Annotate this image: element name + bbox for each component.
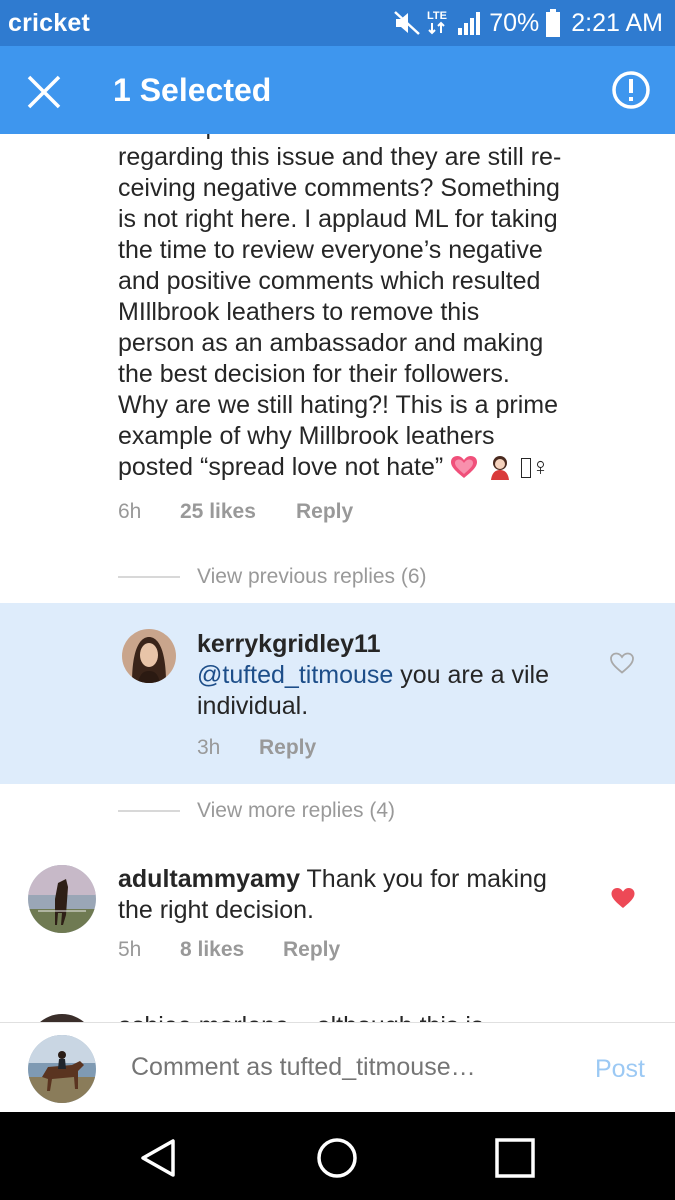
comment-input[interactable] [131,1053,531,1082]
missing-glyph-icon [521,458,532,478]
comment-text: on multiple occasions in the last 24hrs … [118,134,638,483]
view-more-replies[interactable]: View more replies (4) [118,799,395,823]
my-avatar [28,1035,96,1103]
comment-username[interactable]: adultammyamy [118,865,300,893]
comment-line: MIllbrook leathers to remove this [118,298,480,326]
recents-square-icon [495,1138,535,1178]
reply-button[interactable]: Reply [283,938,340,962]
reply-button[interactable]: Reply [296,500,353,524]
home-button[interactable] [315,1136,359,1180]
comment-line: posted “spread love not hate” [118,453,444,481]
comment-line: example of why Millbrook leathers [118,422,495,450]
comment-time: 6h [118,500,142,523]
lte-icon: LTE [427,10,447,35]
comment-composer: Post [0,1022,675,1112]
close-button[interactable] [20,68,68,116]
report-button[interactable] [609,68,653,112]
view-previous-replies[interactable]: View previous replies (6) [118,565,427,589]
reply-username[interactable]: kerrykgridley11 [197,629,597,660]
comment-line: the time to review everyone’s negative [118,236,543,264]
action-bar: 1 Selected [0,46,675,134]
likes-count[interactable]: 8 likes [180,938,283,962]
like-heart-icon[interactable] [609,651,635,675]
back-triangle-icon [141,1139,175,1177]
view-previous-label: View previous replies (6) [197,565,427,588]
battery-percent: 70% [489,8,540,37]
reply-button[interactable]: Reply [259,736,316,760]
reply-time: 3h [197,736,221,759]
reply-text: kerrykgridley11 @tufted_titmouse you are… [197,629,597,722]
comment-line: on multiple occasions in the last 24hrs [118,134,638,142]
clock: 2:21 AM [571,8,663,37]
comment-text: adultammyamy Thank you for making the ri… [118,864,588,926]
comment-line: is not right here. I applaud ML for taki… [118,205,558,233]
mention-link[interactable]: @tufted_titmouse [197,661,393,689]
close-icon [27,75,61,109]
status-icons: LTE 70% 2:21 AM [393,6,663,40]
comments-list[interactable]: on multiple occasions in the last 24hrs … [0,134,675,1022]
selected-reply[interactable]: kerrykgridley11 @tufted_titmouse you are… [0,603,675,784]
comment-line: the best decision for their followers. [118,360,510,388]
recents-button[interactable] [493,1136,537,1180]
avatar[interactable] [122,629,176,683]
reply-meta: 3h Reply [197,736,316,760]
avatar[interactable] [28,865,96,933]
sparkling-heart-emoji-icon [451,456,478,478]
avatar[interactable] [28,1014,96,1022]
comment-line: ceiving negative comments? Something [118,174,560,202]
liked-heart-icon[interactable] [610,886,636,910]
likes-count[interactable]: 25 likes [180,500,296,524]
mute-icon [394,11,421,35]
comment-meta: 5h 8 likes Reply [118,938,340,962]
comment-line: regarding this issue and they are still … [118,143,562,171]
comment-line: person as an ambassador and making [118,329,544,357]
svg-text:LTE: LTE [427,10,447,22]
comment-meta: 6h 25 likes Reply [118,500,353,524]
alert-circle-icon [612,71,650,109]
carrier-name: cricket [8,9,91,37]
woman-gesturing-emoji-icon [491,456,510,480]
view-more-label: View more replies (4) [197,799,396,822]
back-button[interactable] [137,1136,181,1180]
status-bar: cricket LTE 70% 2:21 AM [0,0,675,46]
navigation-bar [0,1112,675,1200]
comment-line: and positive comments which resulted [118,267,541,295]
divider [118,576,180,578]
divider [118,810,180,812]
comment-time: 5h [118,938,142,961]
comment-line: Why are we still hating?! This is a prim… [118,391,558,419]
signal-icon [458,12,481,35]
home-circle-icon [317,1138,357,1178]
page-title: 1 Selected [113,72,272,108]
comment-line-last: posted “spread love not hate” ♀ [118,452,638,483]
post-button[interactable]: Post [595,1055,645,1084]
female-sign: ♀ [531,453,550,481]
partial-comment: ashiee.marlene ...although this is [118,1012,484,1022]
battery-icon [546,9,561,37]
